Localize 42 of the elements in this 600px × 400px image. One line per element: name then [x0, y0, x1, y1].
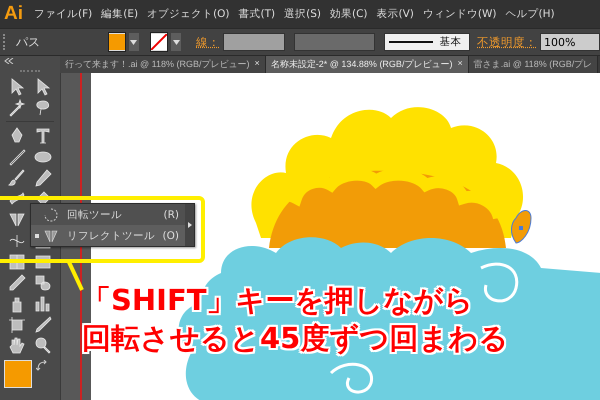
document-tab[interactable]: 行って来ます！.ai @ 118% (RGB/プレビュー) × — [60, 56, 266, 73]
menu-item[interactable]: 表示(V) — [376, 7, 414, 21]
line-icon[interactable] — [7, 146, 27, 166]
flyout-menu-item[interactable]: リフレクトツール (O) — [31, 225, 185, 246]
collapse-arrows-icon[interactable] — [4, 58, 14, 66]
menu-item[interactable]: オブジェクト(O) — [147, 7, 230, 21]
fill-color-swatch[interactable] — [108, 32, 126, 52]
app-logo: Ai — [4, 3, 23, 25]
stroke-dropdown-button[interactable] — [171, 33, 181, 51]
magnifier-icon[interactable] — [33, 336, 53, 356]
pencil-icon[interactable] — [33, 168, 53, 188]
selection-type-label: パス — [16, 34, 41, 50]
menu-item[interactable]: ファイル(F) — [34, 7, 92, 21]
menu-item[interactable]: 選択(S) — [284, 7, 321, 21]
caret-icon — [188, 222, 192, 228]
eyedropper-icon[interactable] — [7, 272, 27, 292]
artboard-icon[interactable] — [7, 314, 27, 334]
document-tab[interactable]: 雷さま.ai @ 118% (RGB/プレ — [468, 56, 598, 73]
fill-dropdown-button[interactable] — [128, 33, 139, 51]
stroke-none-swatch[interactable] — [150, 32, 168, 52]
tearoff-button[interactable] — [185, 204, 194, 246]
caret-icon — [172, 40, 180, 44]
knife-icon[interactable] — [33, 314, 53, 334]
reflect-icon — [43, 228, 59, 244]
menu-item[interactable]: ウィンドウ(W) — [422, 7, 496, 21]
hand-icon[interactable] — [7, 336, 27, 356]
stroke-label[interactable]: 線： — [196, 34, 220, 50]
menu-item[interactable]: 効果(C) — [330, 7, 368, 21]
stroke-weight-field[interactable] — [223, 33, 285, 51]
blend-icon[interactable] — [33, 272, 53, 292]
swap-arrow-icon[interactable] — [36, 360, 48, 372]
flyout-menu-item[interactable]: 回転ツール (R) — [31, 204, 185, 225]
menu-item[interactable]: ヘルプ(H) — [506, 7, 555, 21]
brush-icon[interactable] — [7, 168, 27, 188]
caret-icon — [130, 40, 138, 44]
opacity-label[interactable]: 不透明度： — [477, 34, 538, 50]
opacity-field[interactable]: 100% — [540, 33, 600, 51]
menu-item[interactable]: 編集(E) — [101, 7, 138, 21]
magic-wand-icon[interactable] — [7, 98, 27, 118]
document-tab[interactable]: 名称未設定-2* @ 134.88% (RGB/プレビュー) × — [266, 56, 469, 73]
menu-item[interactable]: 書式(T) — [238, 7, 276, 21]
brush-style-dropdown[interactable]: 基本 — [384, 33, 470, 51]
